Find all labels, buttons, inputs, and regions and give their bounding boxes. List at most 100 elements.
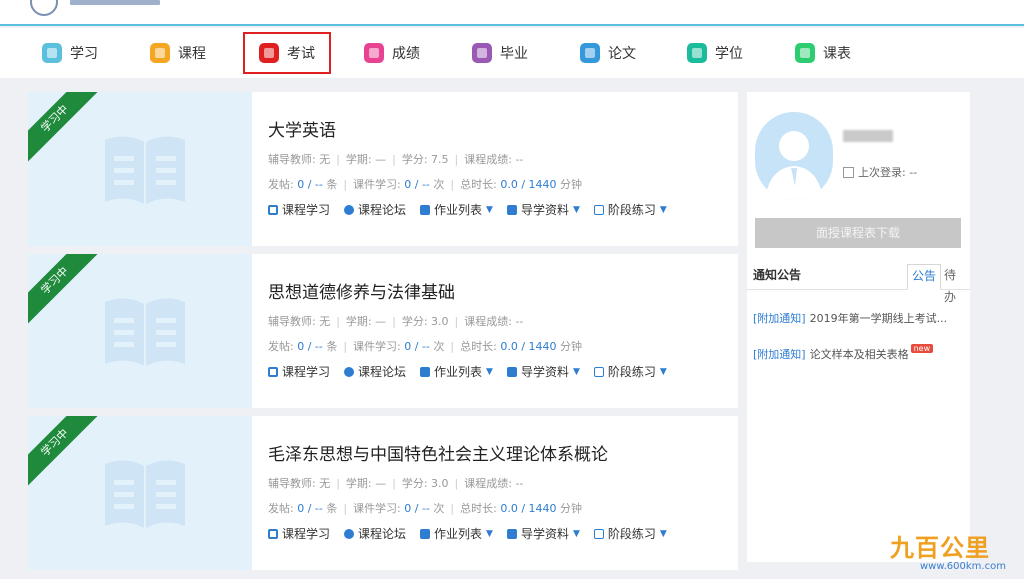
tab-todo[interactable]: 待办 xyxy=(940,264,970,304)
chat-icon xyxy=(344,204,355,215)
link-label: 课程学习 xyxy=(282,203,331,217)
study-unit: 次 xyxy=(433,502,445,515)
nav-item-label: 考试 xyxy=(287,46,315,62)
course-thumbnail[interactable]: 学习中 xyxy=(28,254,252,408)
nav-item-grades[interactable]: 成绩 xyxy=(364,36,420,70)
course-thumbnail[interactable]: 学习中 xyxy=(28,416,252,570)
course-title[interactable]: 毛泽东思想与中国特色社会主义理论体系概论 xyxy=(268,440,738,465)
stage-practice-dropdown[interactable]: 阶段练习 ▼ xyxy=(593,525,667,542)
main-nav: 学习 课程 考试 成绩 毕业 论文 学位 课表 xyxy=(0,28,1024,78)
link-label: 课程学习 xyxy=(282,365,331,379)
edit-icon xyxy=(593,366,604,377)
top-bar xyxy=(0,0,1024,26)
guide-materials-dropdown[interactable]: 导学资料 ▼ xyxy=(506,363,580,380)
credit-label: 学分: 3.0 xyxy=(401,477,449,490)
nav-item-label: 毕业 xyxy=(500,46,528,62)
stage-practice-dropdown[interactable]: 阶段练习 ▼ xyxy=(593,363,667,380)
nav-item-label: 论文 xyxy=(608,46,636,62)
term-label: 学期: — xyxy=(345,477,387,490)
teacher-label: 辅导教师: 无 xyxy=(268,315,331,328)
time-label: 总时长: xyxy=(460,340,501,353)
watermark: 九百公里 www.600km.com xyxy=(890,528,1020,576)
study-label: 课件学习: xyxy=(353,340,405,353)
nav-item-label: 成绩 xyxy=(392,46,420,62)
nav-item-timetable[interactable]: 课表 xyxy=(795,36,851,70)
book-icon xyxy=(506,366,517,377)
watermark-url: www.600km.com xyxy=(920,561,1006,572)
chevron-down-icon: ▼ xyxy=(486,366,493,377)
university-logo-icon xyxy=(30,0,58,16)
folder-icon xyxy=(420,528,431,539)
course-forum-link[interactable]: 课程论坛 xyxy=(344,201,406,218)
chevron-down-icon: ▼ xyxy=(659,204,667,215)
study-unit: 次 xyxy=(433,178,445,191)
course-thumbnail[interactable]: 学习中 xyxy=(28,92,252,246)
university-logo-text xyxy=(70,0,160,5)
nav-item-exam[interactable]: 考试 xyxy=(243,32,331,74)
term-label: 学期: — xyxy=(345,153,387,166)
open-book-icon xyxy=(105,460,185,528)
link-label: 作业列表 xyxy=(434,527,483,541)
course-meta-line: 辅导教师: 无 | 学期: — | 学分: 3.0 | 课程成绩: -- xyxy=(268,315,524,328)
homework-list-dropdown[interactable]: 作业列表 ▼ xyxy=(420,525,493,542)
watermark-brand: 九百公里 xyxy=(890,534,990,562)
course-forum-link[interactable]: 课程论坛 xyxy=(344,363,406,380)
homework-list-dropdown[interactable]: 作业列表 ▼ xyxy=(420,201,493,218)
posts-unit: 条 xyxy=(326,178,338,191)
course-study-link[interactable]: 课程学习 xyxy=(268,201,330,218)
course-title[interactable]: 思想道德修养与法律基础 xyxy=(268,278,738,303)
open-book-icon xyxy=(105,136,185,204)
last-login: 上次登录: -- xyxy=(843,164,917,180)
notice-text: 论文样本及相关表格 xyxy=(809,348,909,361)
nav-item-graduation[interactable]: 毕业 xyxy=(472,36,528,70)
time-unit: 分钟 xyxy=(560,178,583,191)
course-links: 课程学习 课程论坛 作业列表 ▼ 导学资料 ▼ 阶段练习 ▼ xyxy=(268,525,738,542)
course-study-link[interactable]: 课程学习 xyxy=(268,525,330,542)
posts-unit: 条 xyxy=(326,340,338,353)
course-progress-line: 发帖: 0 / -- 条 | 课件学习: 0 / -- 次 | 总时长: 0.0 / 1… xyxy=(268,340,583,353)
time-value: 0.0 / 1440 xyxy=(500,178,557,191)
course-title[interactable]: 大学英语 xyxy=(268,116,738,141)
homework-list-dropdown[interactable]: 作业列表 ▼ xyxy=(420,363,493,380)
teacher-label: 辅导教师: 无 xyxy=(268,477,331,490)
course-study-link[interactable]: 课程学习 xyxy=(268,363,330,380)
grade-label: 课程成绩: -- xyxy=(464,477,524,490)
link-label: 阶段练习 xyxy=(607,527,656,541)
play-icon xyxy=(268,528,278,539)
nav-item-study[interactable]: 学习 xyxy=(42,36,98,70)
notice-title: 通知公告 xyxy=(753,268,802,282)
notice-item[interactable]: [附加通知] 论文样本及相关表格 new xyxy=(753,344,934,362)
nav-item-label: 学习 xyxy=(70,46,98,62)
degree-cap-icon xyxy=(687,43,707,63)
nav-item-degree[interactable]: 学位 xyxy=(687,36,743,70)
time-value: 0.0 / 1440 xyxy=(500,340,557,353)
course-forum-link[interactable]: 课程论坛 xyxy=(344,525,406,542)
link-label: 课程学习 xyxy=(282,527,331,541)
notice-item[interactable]: [附加通知] 2019年第一学期线上考试... xyxy=(753,310,947,326)
link-label: 作业列表 xyxy=(434,203,483,217)
nav-item-thesis[interactable]: 论文 xyxy=(580,36,636,70)
course-meta-line: 辅导教师: 无 | 学期: — | 学分: 7.5 | 课程成绩: -- xyxy=(268,153,524,166)
tab-announcements[interactable]: 公告 xyxy=(907,264,942,290)
download-timetable-button[interactable]: 面授课程表下载 xyxy=(755,218,961,248)
chevron-down-icon: ▼ xyxy=(572,528,580,539)
link-label: 课程论坛 xyxy=(358,203,407,217)
stage-practice-dropdown[interactable]: 阶段练习 ▼ xyxy=(593,201,667,218)
guide-materials-dropdown[interactable]: 导学资料 ▼ xyxy=(506,201,580,218)
course-links: 课程学习 课程论坛 作业列表 ▼ 导学资料 ▼ 阶段练习 ▼ xyxy=(268,363,738,380)
study-unit: 次 xyxy=(433,340,445,353)
link-label: 作业列表 xyxy=(434,365,483,379)
status-ribbon: 学习中 xyxy=(28,254,109,335)
course-progress-line: 发帖: 0 / -- 条 | 课件学习: 0 / -- 次 | 总时长: 0.0 / 1… xyxy=(268,178,583,191)
link-label: 导学资料 xyxy=(520,527,569,541)
teacher-label: 辅导教师: 无 xyxy=(268,153,331,166)
posts-value: 0 / -- xyxy=(297,340,323,353)
nav-item-label: 课表 xyxy=(823,46,851,62)
checkbox-icon xyxy=(843,166,854,178)
grades-icon xyxy=(364,43,384,63)
nav-item-course[interactable]: 课程 xyxy=(150,36,206,70)
notice-text: 2019年第一学期线上考试... xyxy=(809,312,948,325)
time-value: 0.0 / 1440 xyxy=(500,502,557,515)
guide-materials-dropdown[interactable]: 导学资料 ▼ xyxy=(506,525,580,542)
notice-tag: [附加通知] xyxy=(753,312,806,325)
